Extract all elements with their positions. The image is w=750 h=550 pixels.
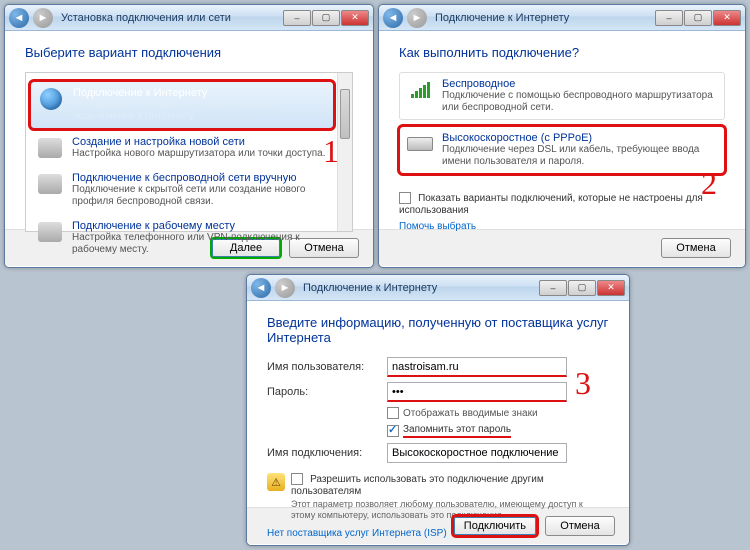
option-title: Создание и настройка новой сети — [72, 136, 328, 148]
wizard-isp-credentials: ◄ ► Подключение к Интернету – ▢ ✕ Введит… — [246, 274, 630, 546]
button-row: Отмена — [379, 229, 745, 266]
show-all-label: Показать варианты подключений, которые н… — [399, 193, 703, 216]
wireless-icon — [36, 172, 64, 196]
network-icon — [36, 136, 64, 160]
titlebar[interactable]: ◄ ► Подключение к Интернету – ▢ ✕ — [379, 5, 745, 31]
password-input[interactable] — [387, 382, 567, 402]
show-all-checkbox[interactable] — [399, 192, 411, 204]
titlebar[interactable]: ◄ ► Установка подключения или сети – ▢ ✕ — [5, 5, 373, 31]
page-heading: Выберите вариант подключения — [25, 45, 353, 60]
back-icon[interactable]: ◄ — [251, 278, 271, 298]
page-heading: Как выполнить подключение? — [399, 45, 725, 60]
allow-others-label: Разрешить использовать это подключение д… — [291, 474, 544, 497]
close-button[interactable]: ✕ — [597, 280, 625, 296]
wizard-connect-internet: ◄ ► Подключение к Интернету – ▢ ✕ Как вы… — [378, 4, 746, 268]
connect-button[interactable]: Подключить — [453, 516, 537, 536]
option-title: Высокоскоростное (с PPPoE) — [442, 132, 718, 144]
option-desc: Беспроводное, скоростное или телефонное … — [73, 99, 327, 123]
help-link[interactable]: Помочь выбрать — [399, 221, 476, 232]
modem-icon — [406, 132, 434, 156]
option-desc: Настройка телефонного или VPN-подключени… — [72, 232, 328, 256]
option-title: Подключение к беспроводной сети вручную — [72, 172, 328, 184]
connection-name-input[interactable] — [387, 443, 567, 463]
minimize-button[interactable]: – — [539, 280, 567, 296]
page-heading: Введите информацию, полученную от постав… — [267, 315, 609, 345]
signal-icon — [406, 78, 434, 102]
username-label: Имя пользователя: — [267, 361, 387, 373]
scrollbar[interactable] — [337, 73, 352, 231]
maximize-button[interactable]: ▢ — [312, 10, 340, 26]
workplace-icon — [36, 220, 64, 244]
close-button[interactable]: ✕ — [341, 10, 369, 26]
shield-icon: ⚠ — [267, 473, 285, 491]
forward-icon: ► — [407, 8, 427, 28]
connection-name-label: Имя подключения: — [267, 447, 387, 459]
wizard-connection-setup: ◄ ► Установка подключения или сети – ▢ ✕… — [4, 4, 374, 268]
option-wireless-manual[interactable]: Подключение к беспроводной сети вручную … — [30, 167, 334, 213]
option-title: Подключение к Интернету — [73, 87, 327, 99]
minimize-button[interactable]: – — [655, 10, 683, 26]
maximize-button[interactable]: ▢ — [568, 280, 596, 296]
show-chars-checkbox[interactable] — [387, 407, 399, 419]
forward-icon: ► — [275, 278, 295, 298]
remember-checkbox[interactable] — [387, 425, 399, 437]
no-isp-link[interactable]: Нет поставщика услуг Интернета (ISP) — [267, 528, 447, 539]
back-icon[interactable]: ◄ — [383, 8, 403, 28]
window-title: Установка подключения или сети — [57, 12, 231, 24]
password-label: Пароль: — [267, 386, 387, 398]
allow-others-checkbox[interactable] — [291, 473, 303, 485]
show-chars-label: Отображать вводимые знаки — [403, 408, 538, 419]
option-desc: Настройка нового маршрутизатора или точк… — [72, 148, 328, 160]
option-desc: Подключение через DSL или кабель, требую… — [442, 144, 718, 168]
cancel-button[interactable]: Отмена — [661, 238, 731, 258]
option-connect-internet[interactable]: Подключение к Интернету Беспроводное, ск… — [30, 81, 334, 129]
forward-icon: ► — [33, 8, 53, 28]
option-desc: Подключение с помощью беспроводного марш… — [442, 90, 718, 114]
close-button[interactable]: ✕ — [713, 10, 741, 26]
option-new-network[interactable]: Создание и настройка новой сети Настройк… — [30, 131, 334, 165]
window-title: Подключение к Интернету — [299, 282, 437, 294]
option-title: Беспроводное — [442, 78, 718, 90]
option-title: Подключение к рабочему месту — [72, 220, 328, 232]
option-pppoe[interactable]: Высокоскоростное (с PPPoE) Подключение ч… — [399, 126, 725, 174]
minimize-button[interactable]: – — [283, 10, 311, 26]
option-workplace[interactable]: Подключение к рабочему месту Настройка т… — [30, 215, 334, 261]
titlebar[interactable]: ◄ ► Подключение к Интернету – ▢ ✕ — [247, 275, 629, 301]
remember-label: Запомнить этот пароль — [403, 424, 511, 438]
username-input[interactable] — [387, 357, 567, 377]
option-dialup[interactable]: Настройка телефонного подключения Подклю… — [30, 263, 334, 268]
option-desc: Подключение к скрытой сети или создание … — [72, 184, 328, 208]
option-list: Подключение к Интернету Беспроводное, ск… — [25, 72, 353, 232]
globe-icon — [37, 87, 65, 111]
window-title: Подключение к Интернету — [431, 12, 569, 24]
maximize-button[interactable]: ▢ — [684, 10, 712, 26]
cancel-button[interactable]: Отмена — [545, 516, 615, 536]
back-icon[interactable]: ◄ — [9, 8, 29, 28]
option-wireless[interactable]: Беспроводное Подключение с помощью беспр… — [399, 72, 725, 120]
